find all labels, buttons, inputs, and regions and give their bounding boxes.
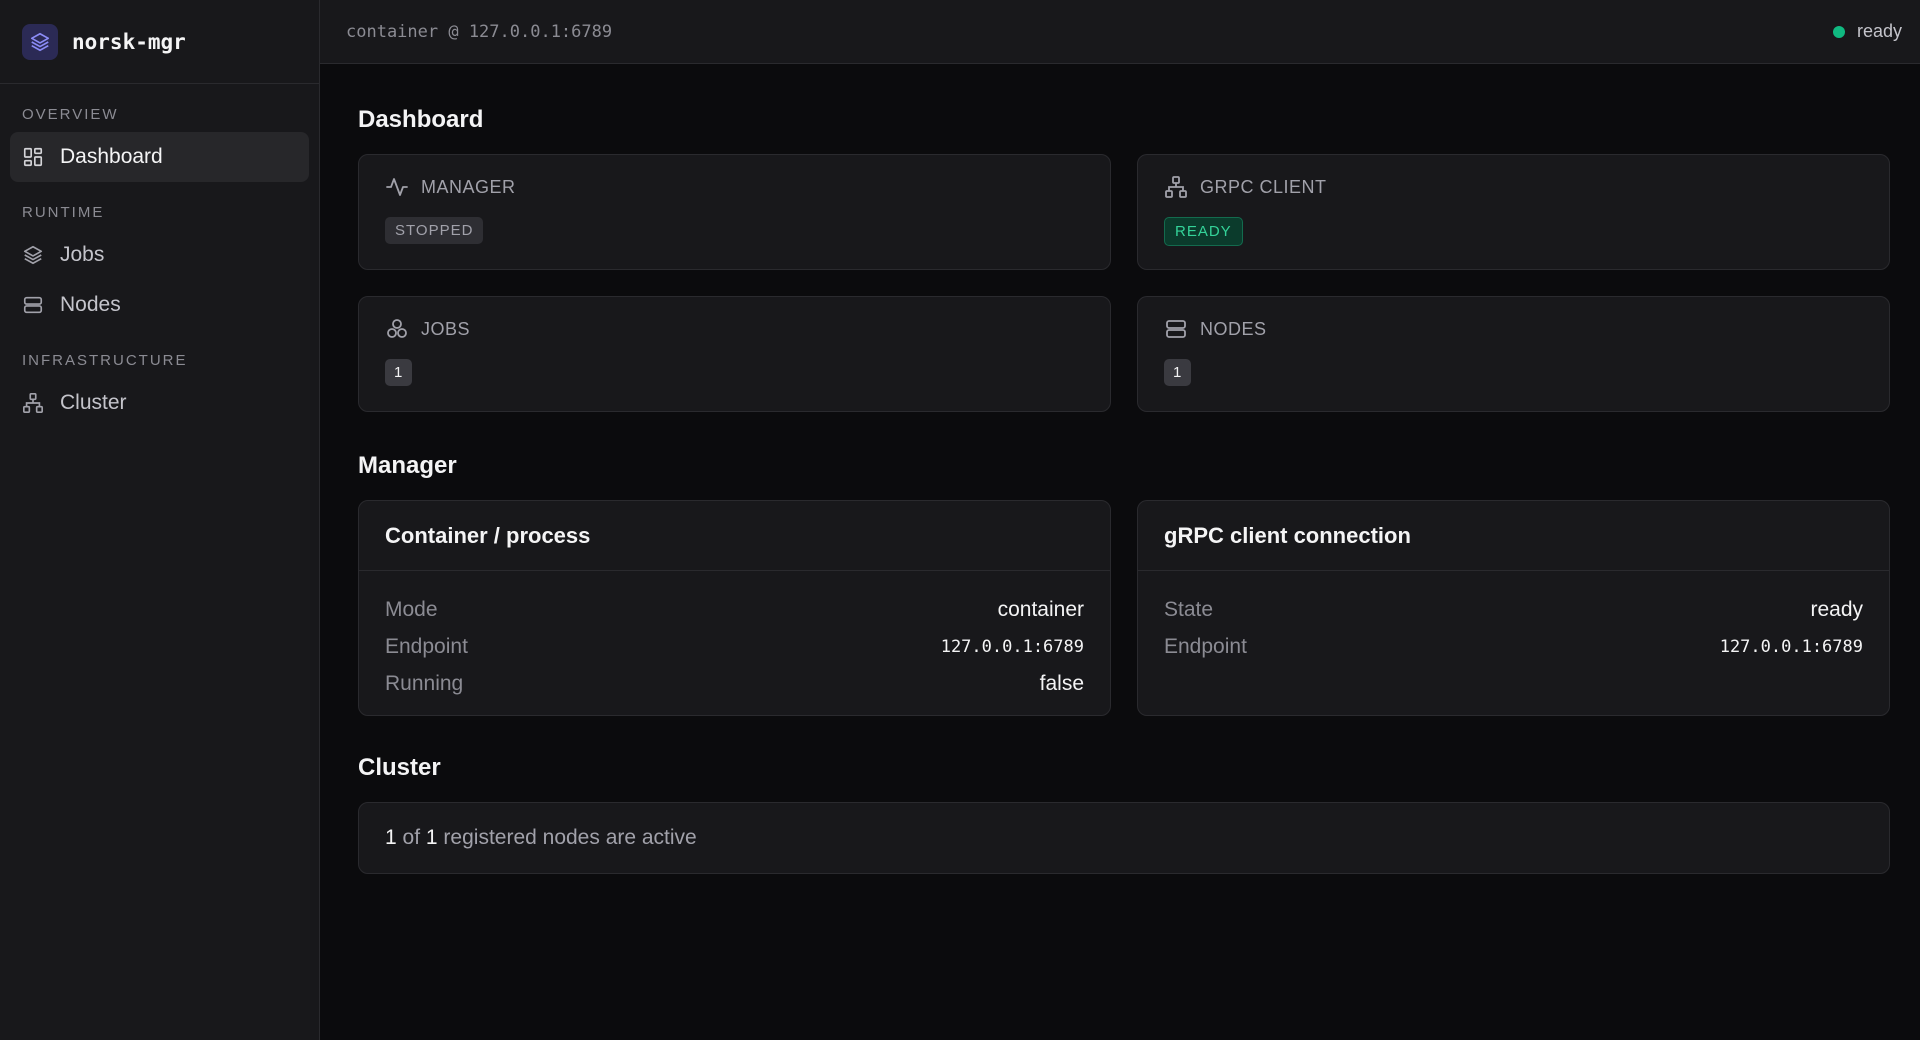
manager-grid: Container / process Mode container Endpo… bbox=[358, 500, 1890, 716]
sidebar-item-label: Nodes bbox=[60, 293, 121, 316]
section-title-cluster: Cluster bbox=[358, 754, 441, 781]
cluster-suffix: registered nodes are active bbox=[443, 826, 697, 849]
nav-section-infrastructure: INFRASTRUCTURE bbox=[22, 352, 188, 369]
section-title-manager: Manager bbox=[358, 452, 457, 479]
nav-section-runtime: RUNTIME bbox=[22, 204, 105, 221]
count-badge: 1 bbox=[385, 359, 413, 386]
sidebar-item-cluster[interactable]: Cluster bbox=[10, 378, 309, 428]
endpoint-row: Endpoint 127.0.0.1:6789 bbox=[1164, 628, 1863, 665]
status-dot bbox=[1832, 25, 1845, 38]
boxes-icon bbox=[385, 317, 409, 341]
mode-row: Mode container bbox=[385, 591, 1084, 628]
sidebar-item-jobs[interactable]: Jobs bbox=[10, 230, 309, 280]
running-row: Running false bbox=[385, 665, 1084, 702]
sidebar-item-dashboard[interactable]: Dashboard bbox=[10, 132, 309, 182]
stat-label: GRPC CLIENT bbox=[1200, 176, 1327, 197]
brand[interactable]: norsk-mgr bbox=[0, 0, 319, 84]
stat-grid-top: MANAGER STOPPED GRPC CLIENT READY bbox=[358, 154, 1890, 270]
kv-value: ready bbox=[1810, 597, 1863, 621]
sidebar-item-nodes[interactable]: Nodes bbox=[10, 280, 309, 330]
sidebar-item-label: Dashboard bbox=[60, 145, 163, 168]
server-icon bbox=[22, 294, 44, 316]
kv-key: Mode bbox=[385, 597, 438, 621]
kv-key: Running bbox=[385, 671, 464, 695]
sidebar-item-label: Jobs bbox=[60, 243, 105, 266]
dashboard-icon bbox=[22, 146, 44, 168]
kv-value: container bbox=[997, 597, 1084, 621]
endpoint-row: Endpoint 127.0.0.1:6789 bbox=[385, 628, 1084, 665]
cluster-summary: 1 of 1 registered nodes are active bbox=[358, 802, 1890, 874]
grpc-connection-card: gRPC client connection State ready Endpo… bbox=[1137, 500, 1890, 716]
nodes-stat-card: NODES 1 bbox=[1137, 296, 1890, 412]
status-badge: STOPPED bbox=[385, 217, 484, 244]
connection-context: container @ 127.0.0.1:6789 bbox=[346, 21, 613, 42]
stat-label: NODES bbox=[1200, 318, 1267, 339]
activity-icon bbox=[385, 175, 409, 199]
state-row: State ready bbox=[1164, 591, 1863, 628]
server-icon bbox=[1164, 317, 1188, 341]
kv-key: Endpoint bbox=[1164, 634, 1247, 658]
card-title: Container / process bbox=[359, 501, 1110, 571]
main-area: container @ 127.0.0.1:6789 ready Dashboa… bbox=[320, 0, 1920, 1040]
status-text: ready bbox=[1856, 21, 1902, 41]
layers-icon bbox=[22, 23, 58, 60]
status-indicator: ready bbox=[1832, 21, 1902, 42]
content: Dashboard MANAGER STOPPED GRPC CLIENT RE… bbox=[320, 64, 1920, 874]
kv-key: Endpoint bbox=[385, 634, 468, 658]
stat-label: JOBS bbox=[421, 318, 471, 339]
kv-key: State bbox=[1164, 597, 1214, 621]
manager-stat-card: MANAGER STOPPED bbox=[358, 154, 1111, 270]
section-title-dashboard: Dashboard bbox=[358, 106, 484, 133]
sidebar-item-label: Cluster bbox=[60, 391, 127, 414]
container-process-card: Container / process Mode container Endpo… bbox=[358, 500, 1111, 716]
active-count: 1 bbox=[385, 826, 397, 849]
card-title: gRPC client connection bbox=[1138, 501, 1889, 571]
network-icon bbox=[1164, 175, 1188, 199]
count-badge: 1 bbox=[1164, 359, 1192, 386]
stat-label: MANAGER bbox=[421, 176, 516, 197]
grpc-stat-card: GRPC CLIENT READY bbox=[1137, 154, 1890, 270]
of-text: of bbox=[402, 826, 421, 849]
kv-value: false bbox=[1039, 671, 1084, 695]
brand-name: norsk-mgr bbox=[72, 29, 186, 54]
kv-value: 127.0.0.1:6789 bbox=[940, 636, 1084, 657]
nav-section-overview: OVERVIEW bbox=[22, 106, 119, 123]
jobs-stat-card: JOBS 1 bbox=[358, 296, 1111, 412]
stat-grid-bottom: JOBS 1 NODES 1 bbox=[358, 296, 1890, 412]
status-badge: READY bbox=[1164, 217, 1243, 246]
sidebar: norsk-mgr OVERVIEW Dashboard RUNTIME Job… bbox=[0, 0, 320, 1040]
kv-value: 127.0.0.1:6789 bbox=[1719, 636, 1863, 657]
topbar: container @ 127.0.0.1:6789 ready bbox=[320, 0, 1920, 64]
total-count: 1 bbox=[425, 826, 438, 849]
network-icon bbox=[22, 392, 44, 414]
layers-icon bbox=[22, 244, 44, 266]
